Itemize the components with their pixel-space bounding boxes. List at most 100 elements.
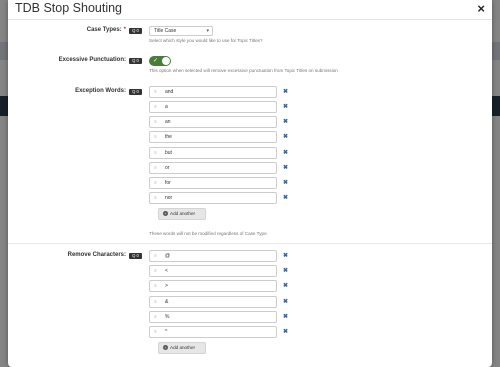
drag-handle-icon[interactable]: ≡ — [154, 87, 157, 98]
exception-word-input[interactable]: ≡ and — [149, 86, 277, 98]
exception-words-info-badge[interactable]: Q 0 — [129, 89, 142, 95]
exception-word-input[interactable]: ≡ but — [149, 147, 277, 159]
exception-word-value: for — [165, 180, 171, 186]
remove-icon[interactable]: ✖ — [283, 162, 288, 174]
check-icon: ✓ — [153, 58, 159, 64]
drag-handle-icon[interactable]: ≡ — [154, 102, 157, 113]
required-mark: * — [123, 27, 126, 33]
excessive-punctuation-help: This option when selected will remove ex… — [149, 68, 338, 73]
modal-header: TDB Stop Shouting × — [8, 0, 492, 20]
exception-word-value: but — [165, 150, 172, 156]
case-types-label-text: Case Types: — [86, 27, 122, 33]
excessive-punctuation-info-badge[interactable]: Q 0 — [129, 58, 142, 64]
exception-word-input[interactable]: ≡ nor — [149, 192, 277, 204]
drag-handle-icon[interactable]: ≡ — [154, 193, 157, 204]
add-exception-word-label: Add another — [170, 211, 196, 216]
drag-handle-icon[interactable]: ≡ — [154, 251, 157, 262]
excessive-punctuation-toggle[interactable]: ✓ — [149, 56, 171, 66]
remove-icon[interactable]: ✖ — [283, 250, 288, 262]
remove-character-input[interactable]: ≡ & — [149, 296, 277, 308]
exception-word-input[interactable]: ≡ an — [149, 116, 277, 128]
remove-character-row: ≡ < ✖ — [149, 265, 299, 277]
remove-character-value: < — [165, 268, 168, 274]
remove-icon[interactable]: ✖ — [283, 131, 288, 143]
plus-icon: + — [163, 211, 168, 217]
drag-handle-icon[interactable]: ≡ — [154, 163, 157, 174]
exception-word-row: ≡ the ✖ — [149, 131, 299, 143]
plus-icon: + — [163, 345, 168, 351]
remove-character-value: @ — [165, 253, 171, 259]
remove-character-value: & — [165, 299, 169, 305]
remove-icon[interactable]: ✖ — [283, 296, 288, 308]
exception-word-input[interactable]: ≡ a — [149, 101, 277, 113]
drag-handle-icon[interactable]: ≡ — [154, 178, 157, 189]
settings-modal: TDB Stop Shouting × Case Types: * Q 0 Tit… — [8, 0, 492, 367]
remove-character-value: ^ — [165, 329, 168, 335]
remove-character-row: ≡% ✖ — [149, 311, 299, 323]
exception-word-input[interactable]: ≡ or — [149, 162, 277, 174]
close-button[interactable]: × — [477, 2, 485, 16]
remove-characters-label: Remove Characters: — [67, 252, 126, 258]
exception-word-value: a — [165, 104, 168, 110]
add-remove-character-label: Add another — [170, 345, 196, 350]
remove-icon[interactable]: ✖ — [283, 311, 288, 323]
toggle-knob — [162, 57, 170, 65]
remove-character-row: ≡ @ ✖ — [149, 250, 299, 262]
drag-handle-icon[interactable]: ≡ — [154, 281, 157, 292]
exception-word-value: nor — [165, 195, 173, 201]
remove-character-row: ≡ & ✖ — [149, 296, 299, 308]
exception-word-value: the — [165, 134, 172, 140]
exception-word-value: an — [165, 119, 171, 125]
remove-characters-info-badge[interactable]: Q 0 — [129, 253, 142, 259]
exception-word-row: ≡ and ✖ — [149, 86, 299, 98]
exception-word-row: ≡ nor ✖ — [149, 192, 299, 204]
remove-icon[interactable]: ✖ — [283, 280, 288, 292]
remove-icon[interactable]: ✖ — [283, 192, 288, 204]
remove-character-row: ≡ ^ ✖ — [149, 326, 299, 338]
exception-words-label: Exception Words: — [75, 88, 126, 94]
remove-icon[interactable]: ✖ — [283, 265, 288, 277]
remove-character-input[interactable]: ≡ < — [149, 265, 277, 277]
exception-word-input[interactable]: ≡ the — [149, 131, 277, 143]
exception-word-row: ≡ a ✖ — [149, 101, 299, 113]
exception-words-help: These words will not be modified regardl… — [149, 231, 268, 236]
remove-character-input[interactable]: ≡ > — [149, 280, 277, 292]
add-remove-character-button[interactable]: + Add another — [158, 342, 206, 354]
remove-character-input[interactable]: ≡% — [149, 311, 277, 323]
exception-word-value: and — [165, 89, 174, 95]
add-exception-word-button[interactable]: + Add another — [158, 208, 206, 220]
remove-character-value: > — [165, 283, 168, 289]
drag-handle-icon[interactable]: ≡ — [154, 117, 157, 128]
remove-icon[interactable]: ✖ — [283, 116, 288, 128]
remove-character-input[interactable]: ≡ ^ — [149, 326, 277, 338]
case-types-info-badge[interactable]: Q 0 — [129, 28, 142, 34]
remove-icon[interactable]: ✖ — [283, 86, 288, 98]
exception-word-value: or — [165, 165, 170, 171]
remove-icon[interactable]: ✖ — [283, 177, 288, 189]
drag-handle-icon[interactable]: ≡ — [154, 266, 157, 277]
modal-title: TDB Stop Shouting — [15, 1, 123, 15]
case-types-selected-value: Title Case — [154, 28, 177, 34]
case-types-select[interactable]: Title Case ▾ — [149, 26, 213, 36]
remove-icon[interactable]: ✖ — [283, 326, 288, 338]
remove-icon[interactable]: ✖ — [283, 147, 288, 159]
remove-icon[interactable]: ✖ — [283, 101, 288, 113]
drag-handle-icon[interactable]: ≡ — [154, 297, 157, 308]
exception-word-input[interactable]: ≡ for — [149, 177, 277, 189]
drag-handle-icon[interactable]: ≡ — [154, 132, 157, 143]
exception-word-row: ≡ but ✖ — [149, 147, 299, 159]
excessive-punctuation-label: Excessive Punctuation: — [58, 57, 126, 63]
drag-handle-icon[interactable]: ≡ — [154, 327, 157, 338]
remove-character-input[interactable]: ≡ @ — [149, 250, 277, 262]
drag-handle-icon[interactable]: ≡ — [154, 148, 157, 159]
remove-character-row: ≡ > ✖ — [149, 280, 299, 292]
exception-word-row: ≡ for ✖ — [149, 177, 299, 189]
remove-character-value: % — [165, 314, 170, 320]
section-divider — [8, 243, 492, 244]
exception-word-row: ≡ or ✖ — [149, 162, 299, 174]
exception-word-row: ≡ an ✖ — [149, 116, 299, 128]
drag-handle-icon[interactable]: ≡ — [154, 312, 157, 323]
chevron-down-icon: ▾ — [206, 28, 209, 34]
case-types-help: Select which style you would like to use… — [149, 38, 263, 43]
case-types-label: Case Types: * — [87, 27, 126, 33]
